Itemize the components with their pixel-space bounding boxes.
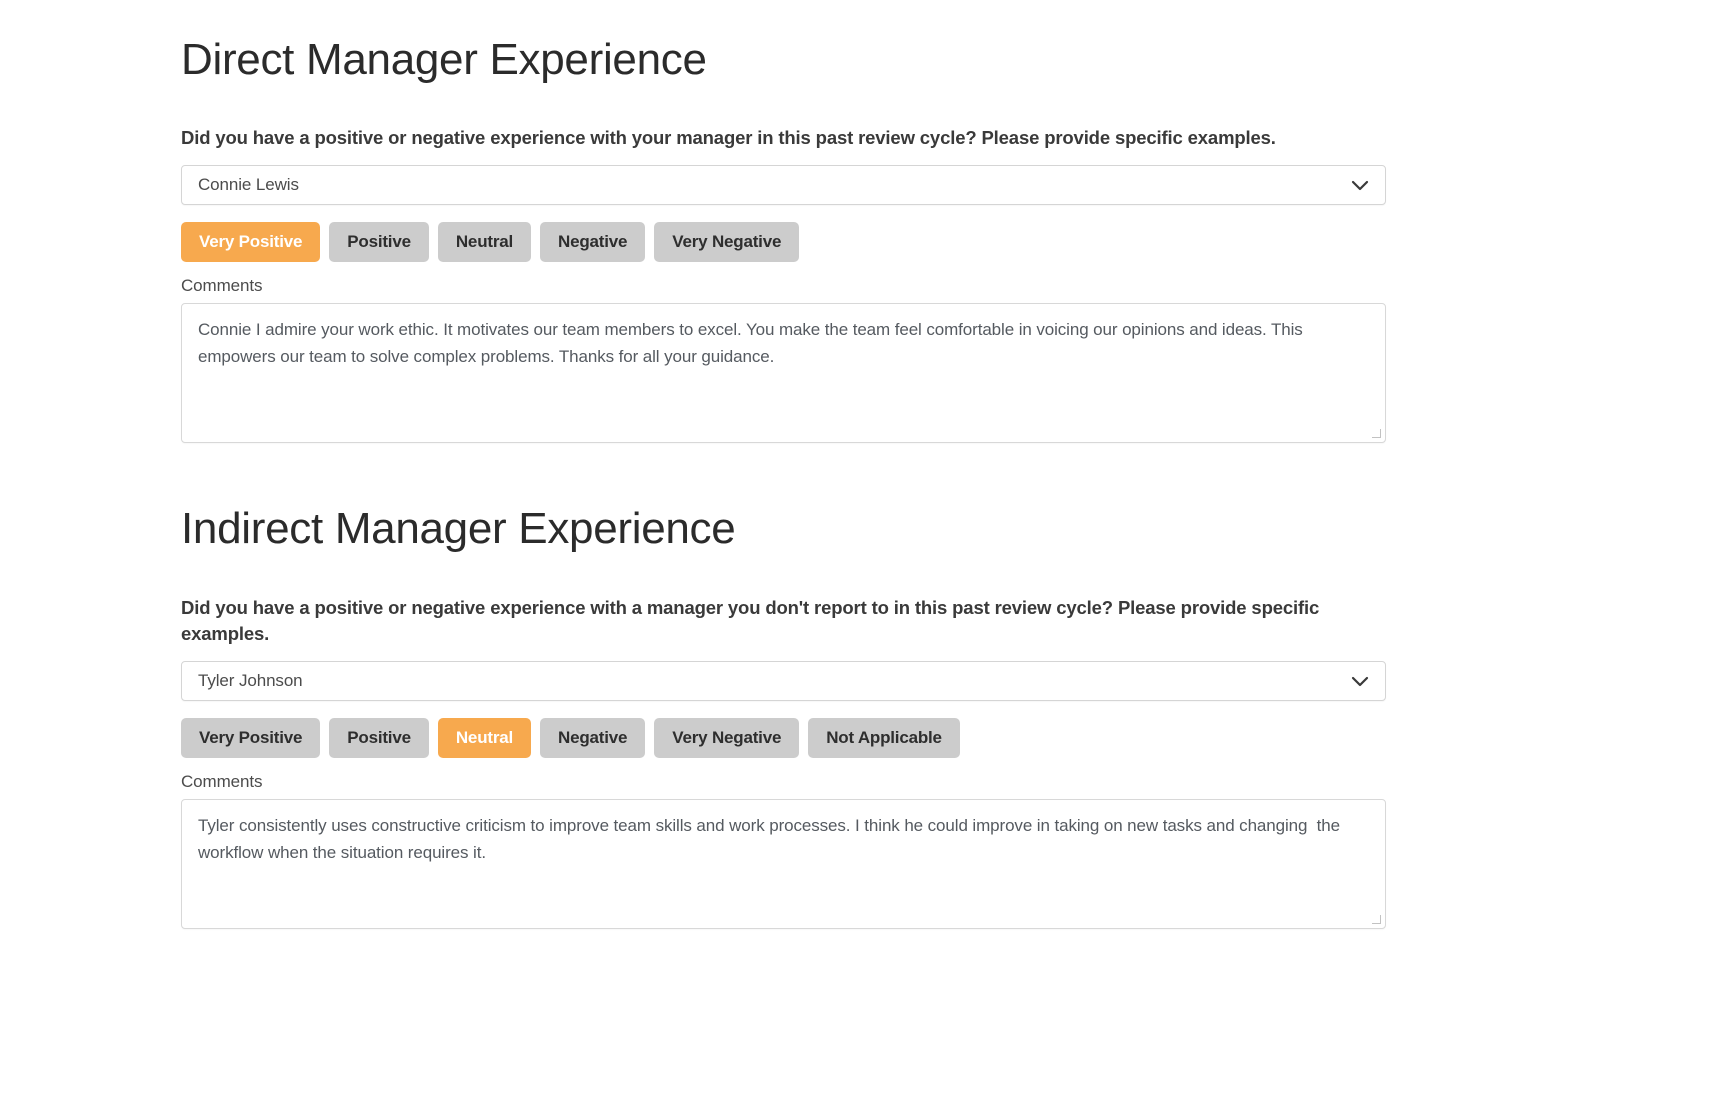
manager-select-direct-value: Connie Lewis — [182, 175, 299, 195]
rating-button-neutral[interactable]: Neutral — [438, 718, 531, 758]
rating-button-very-positive[interactable]: Very Positive — [181, 718, 320, 758]
question-text-direct: Did you have a positive or negative expe… — [181, 125, 1386, 151]
page-root: Direct Manager Experience Did you have a… — [0, 0, 1720, 1104]
comments-label-direct: Comments — [181, 276, 1386, 296]
section-indirect-manager-experience: Indirect Manager Experience Did you have… — [181, 503, 1386, 929]
resize-handle-icon[interactable] — [1371, 914, 1383, 926]
rating-button-neutral[interactable]: Neutral — [438, 222, 531, 262]
rating-button-negative[interactable]: Negative — [540, 222, 645, 262]
rating-button-positive[interactable]: Positive — [329, 222, 429, 262]
rating-button-very-negative[interactable]: Very Negative — [654, 718, 799, 758]
comments-textarea-indirect[interactable]: Tyler consistently uses constructive cri… — [181, 799, 1386, 929]
manager-select-direct[interactable]: Connie Lewis — [181, 165, 1386, 205]
comments-label-indirect: Comments — [181, 772, 1386, 792]
rating-button-very-positive[interactable]: Very Positive — [181, 222, 320, 262]
chevron-down-icon[interactable] — [1349, 670, 1371, 692]
manager-select-indirect-value: Tyler Johnson — [182, 671, 303, 691]
section-direct-manager-experience: Direct Manager Experience Did you have a… — [181, 34, 1386, 443]
page-title-direct: Direct Manager Experience — [181, 34, 1386, 86]
rating-button-group-indirect: Very Positive Positive Neutral Negative … — [181, 718, 1386, 758]
manager-select-indirect[interactable]: Tyler Johnson — [181, 661, 1386, 701]
rating-button-group-direct: Very Positive Positive Neutral Negative … — [181, 222, 1386, 262]
question-text-indirect: Did you have a positive or negative expe… — [181, 595, 1371, 647]
rating-button-not-applicable[interactable]: Not Applicable — [808, 718, 960, 758]
comments-text-direct: Connie I admire your work ethic. It moti… — [198, 316, 1369, 370]
page-title-indirect: Indirect Manager Experience — [181, 503, 1386, 555]
chevron-down-icon[interactable] — [1349, 174, 1371, 196]
comments-text-indirect: Tyler consistently uses constructive cri… — [198, 812, 1369, 866]
rating-button-negative[interactable]: Negative — [540, 718, 645, 758]
rating-button-very-negative[interactable]: Very Negative — [654, 222, 799, 262]
rating-button-positive[interactable]: Positive — [329, 718, 429, 758]
resize-handle-icon[interactable] — [1371, 428, 1383, 440]
comments-textarea-direct[interactable]: Connie I admire your work ethic. It moti… — [181, 303, 1386, 443]
